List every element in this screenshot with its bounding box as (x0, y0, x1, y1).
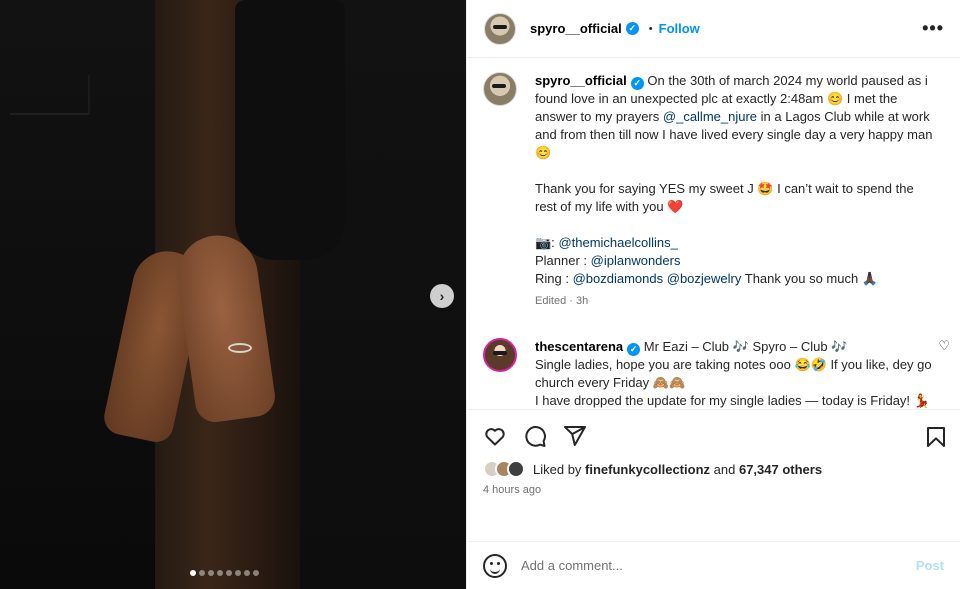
caption-text: Thank you so much 🙏🏿 (744, 271, 879, 286)
verified-badge-icon: ✓ (630, 76, 644, 90)
post-header: spyro__official ✓ • Follow ••• (467, 0, 960, 58)
liked-by-prefix: Liked by (533, 461, 582, 477)
emoji-icon[interactable] (483, 553, 507, 578)
carousel-dot (190, 570, 196, 576)
comment-username[interactable]: thescentarena (535, 339, 623, 354)
avatar[interactable] (483, 72, 517, 106)
mention-link[interactable]: @iplanwonders (591, 253, 681, 268)
liked-by-user[interactable]: finefunkycollectionz (585, 462, 710, 477)
carousel-dot (217, 570, 223, 576)
heart-icon[interactable] (483, 424, 507, 448)
verified-badge-icon: ✓ (625, 22, 639, 35)
add-comment-bar: Post (467, 541, 960, 589)
carousel-dot (199, 570, 205, 576)
caption-meta: Edited · 3h (535, 295, 589, 307)
ring-label: Ring : (535, 271, 569, 286)
post-modal: › spyro__official ✓ • Follow ••• spyro__… (0, 0, 960, 589)
post-image[interactable]: › (0, 0, 466, 589)
planner-label: Planner : (535, 253, 588, 268)
comment-item: thescentarena ✓ Mr Eazi – Club 🎶 Spyro – … (483, 338, 944, 409)
chevron-right-icon: › (439, 288, 445, 304)
post-side-panel: spyro__official ✓ • Follow ••• spyro__of… (466, 0, 960, 589)
comments-section[interactable]: spyro__official ✓ On the 30th of march 20… (467, 58, 960, 409)
carousel-dot (244, 570, 250, 576)
avatar[interactable] (483, 338, 517, 372)
comment-text: Single ladies, hope you are taking notes… (535, 357, 932, 390)
mention-link[interactable]: @_callme_njure (663, 109, 757, 124)
comment-body: thescentarena ✓ Mr Eazi – Club 🎶 Spyro – … (535, 338, 935, 409)
verified-badge-icon: ✓ (627, 342, 641, 356)
mention-link[interactable]: @bozjewelry (667, 271, 742, 286)
comment-text: I have dropped the update for my single … (535, 393, 930, 408)
avatar[interactable] (484, 12, 516, 45)
likes-count[interactable]: 67,347 others (739, 462, 822, 477)
like-comment-icon[interactable]: ♡ (938, 338, 950, 354)
likes-summary: Liked by finefunkycollectionz and 67,347… (483, 460, 944, 478)
mention-link[interactable]: @themichaelcollins_ (558, 235, 677, 250)
hand-right (172, 230, 278, 425)
next-slide-button[interactable]: › (430, 284, 454, 308)
more-options-icon[interactable]: ••• (922, 18, 944, 39)
comment-icon[interactable] (523, 424, 547, 448)
caption-text: Thank you for saying YES my sweet J 🤩 I … (535, 181, 914, 214)
camera-emoji: 📷: (535, 235, 555, 250)
liked-by-avatars (483, 460, 525, 478)
carousel-dot (253, 570, 259, 576)
post-actions: Liked by finefunkycollectionz and 67,347… (467, 409, 960, 541)
caption: spyro__official ✓ On the 30th of march 20… (483, 72, 944, 322)
mention-link[interactable]: @bozdiamonds (573, 271, 664, 286)
post-timestamp[interactable]: 4 hours ago (483, 484, 944, 496)
sleeve (235, 0, 345, 260)
bookmark-icon[interactable] (924, 425, 948, 452)
carousel-dot (226, 570, 232, 576)
carousel-dot (208, 570, 214, 576)
caption-body: spyro__official ✓ On the 30th of march 20… (535, 72, 935, 322)
action-icons (483, 422, 944, 450)
carousel-dot (235, 570, 241, 576)
engagement-ring (228, 343, 252, 353)
carousel-dots (190, 570, 259, 576)
caption-username[interactable]: spyro__official (535, 73, 627, 88)
post-comment-button[interactable]: Post (916, 558, 944, 573)
follow-button[interactable]: Follow (659, 21, 700, 36)
jacket-pocket (10, 75, 90, 115)
comment-input[interactable] (521, 558, 916, 573)
avatar (507, 460, 525, 478)
share-icon[interactable] (563, 424, 587, 448)
author-username[interactable]: spyro__official (530, 21, 622, 36)
comment-text: Mr Eazi – Club 🎶 Spyro – Club 🎶 (643, 339, 848, 354)
separator: • (648, 22, 653, 35)
liked-by-and: and (713, 461, 736, 477)
